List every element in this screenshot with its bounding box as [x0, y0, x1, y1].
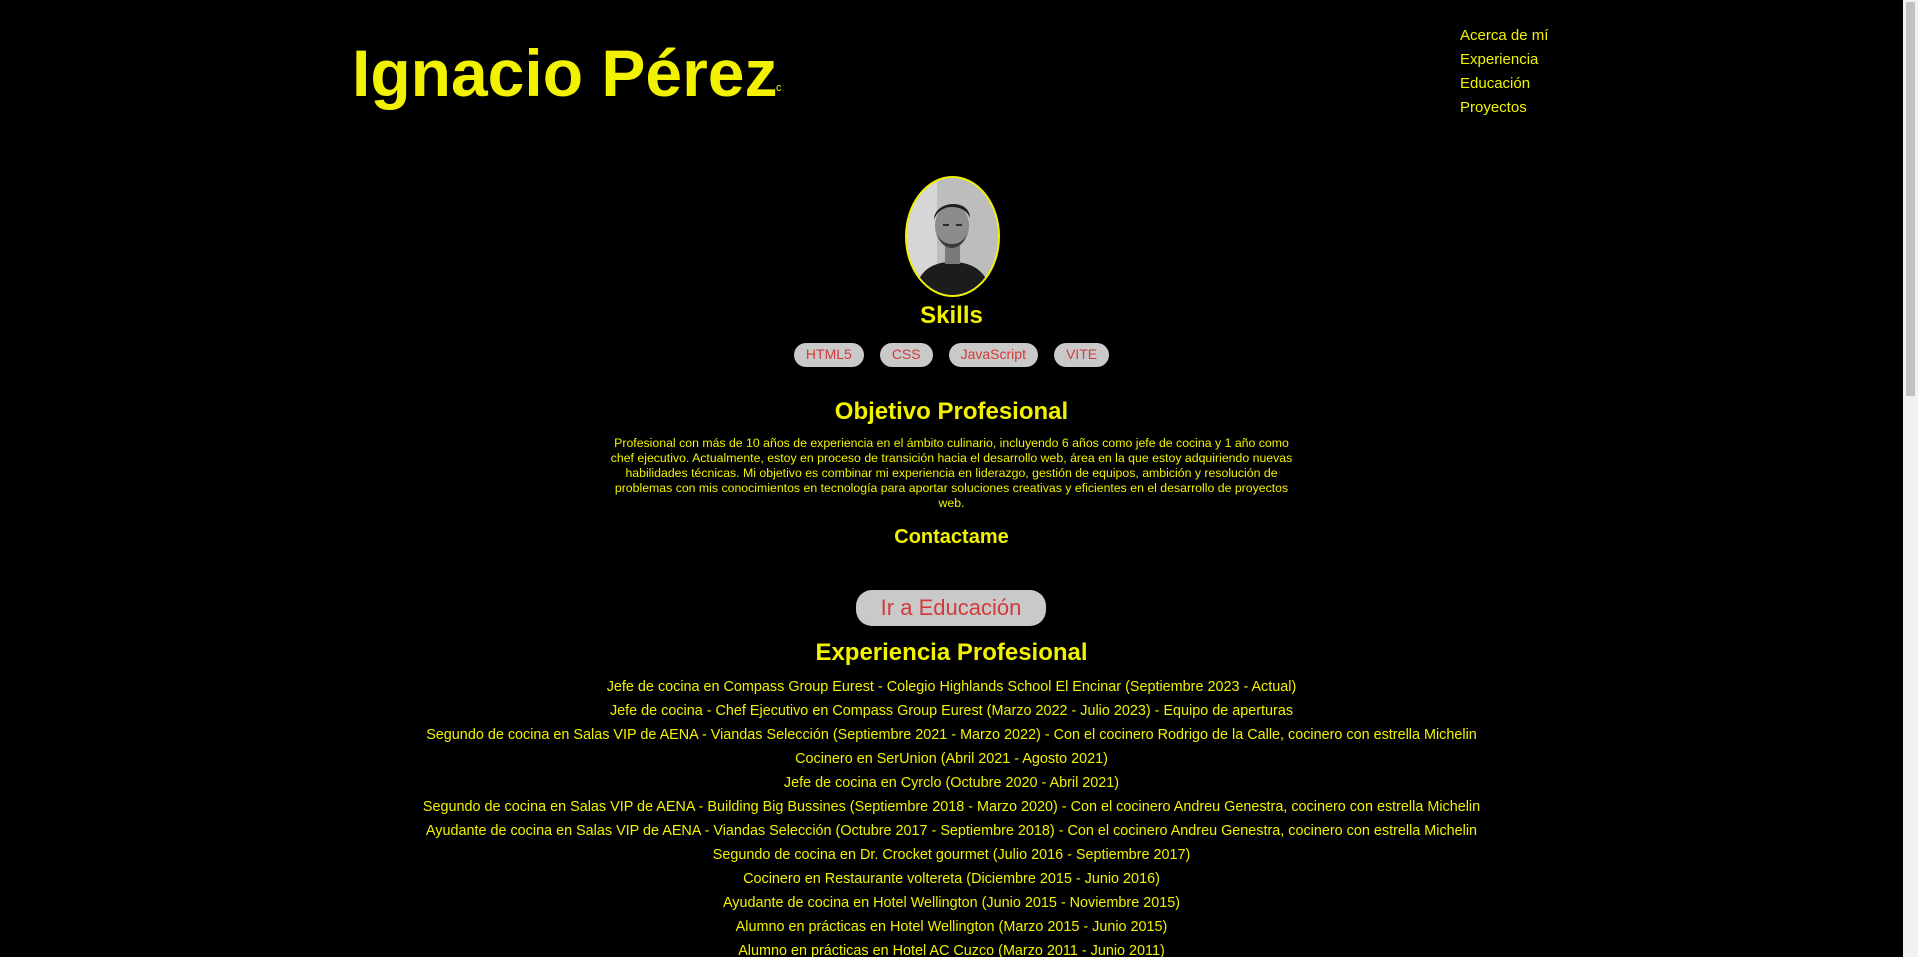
nav-link-about[interactable]: Acerca de mí	[1460, 24, 1548, 48]
page: Ignacio Pérez c Acerca de mí Experiencia…	[0, 0, 1918, 957]
objective-title: Objetivo Profesional	[834, 398, 1069, 425]
top-nav: Acerca de mí Experiencia Educación Proye…	[1460, 24, 1548, 120]
go-to-education-button[interactable]: Ir a Educación	[856, 590, 1046, 626]
experience-item: Segundo de cocina en Salas VIP de AENA -…	[422, 799, 1481, 815]
profile-photo	[905, 176, 1000, 297]
scrollbar-thumb[interactable]	[1906, 2, 1915, 396]
nav-link-education[interactable]: Educación	[1460, 72, 1548, 96]
profile-photo-graphic	[907, 178, 998, 295]
experience-item: Jefe de cocina - Chef Ejecutivo en Compa…	[609, 703, 1294, 719]
skills-title: Skills	[920, 302, 983, 329]
skills-list: HTML5 CSS JavaScript VITE	[0, 343, 1903, 367]
experience-item: Ayudante de cocina en Hotel Wellington (…	[722, 895, 1181, 911]
title-caret: c	[776, 82, 782, 94]
contact-title: Contactame	[894, 526, 1009, 548]
experience-item: Alumno en prácticas en Hotel Wellington …	[735, 919, 1168, 935]
experience-item: Jefe de cocina en Cyrclo (Octubre 2020 -…	[783, 775, 1120, 791]
nav-link-experience[interactable]: Experiencia	[1460, 48, 1548, 72]
skill-pill-javascript: JavaScript	[948, 343, 1038, 367]
experience-item: Ayudante de cocina en Salas VIP de AENA …	[425, 823, 1478, 839]
experience-list: Jefe de cocina en Compass Group Eurest -…	[0, 675, 1903, 957]
page-scrollbar[interactable]	[1903, 0, 1918, 957]
experience-item: Alumno en prácticas en Hotel AC Cuzco (M…	[738, 943, 1165, 957]
experience-item: Cocinero en SerUnion (Abril 2021 - Agost…	[795, 751, 1108, 767]
skill-pill-html5: HTML5	[793, 343, 864, 367]
experience-title: Experiencia Profesional	[815, 639, 1088, 666]
skill-pill-vite: VITE	[1053, 343, 1110, 367]
nav-link-projects[interactable]: Proyectos	[1460, 96, 1548, 120]
experience-item: Jefe de cocina en Compass Group Eurest -…	[606, 679, 1297, 695]
experience-item: Segundo de cocina en Dr. Crocket gourmet…	[712, 847, 1191, 863]
skill-pill-css: CSS	[879, 343, 933, 367]
objective-text: Profesional con más de 10 años de experi…	[610, 436, 1293, 510]
experience-item: Cocinero en Restaurante voltereta (Dicie…	[743, 871, 1160, 887]
site-title: Ignacio Pérez	[352, 36, 778, 110]
experience-item: Segundo de cocina en Salas VIP de AENA -…	[426, 727, 1477, 743]
